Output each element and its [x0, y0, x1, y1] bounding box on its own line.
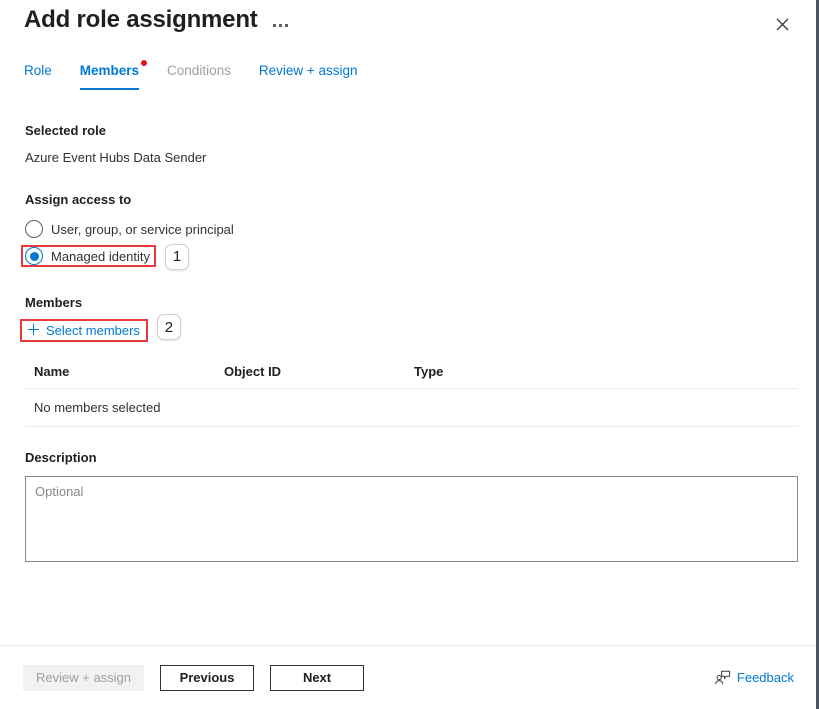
tab-role[interactable]: Role [24, 62, 66, 90]
assign-access-label: Assign access to [25, 191, 796, 209]
radio-unchecked-icon [25, 220, 43, 238]
tab-review-assign[interactable]: Review + assign [245, 62, 372, 90]
members-section: Members ＋ Select members 2 Name Object I… [25, 294, 796, 427]
annotation-badge-2: 2 [157, 314, 181, 340]
panel-header: Add role assignment [0, 0, 816, 62]
radio-user-group-service-principal-label: User, group, or service principal [51, 222, 234, 237]
next-button[interactable]: Next [270, 665, 364, 691]
radio-managed-identity[interactable]: Managed identity [21, 245, 156, 267]
tab-role-label: Role [24, 63, 52, 78]
feedback-person-icon [714, 670, 731, 686]
tab-members-label: Members [80, 63, 139, 78]
selected-role-label: Selected role [25, 122, 796, 140]
column-header-object-id: Object ID [224, 364, 414, 379]
ellipsis-icon[interactable] [268, 14, 292, 36]
panel-footer: Review + assign Previous Next Feedback [0, 645, 816, 709]
tab-members[interactable]: Members [66, 62, 153, 90]
tab-conditions-label: Conditions [167, 63, 231, 78]
panel-body: Selected role Azure Event Hubs Data Send… [0, 102, 816, 645]
close-icon[interactable] [766, 8, 798, 40]
add-role-assignment-panel: Add role assignment Role Members Conditi… [0, 0, 819, 709]
select-members-annotation-box: ＋ Select members [20, 319, 148, 342]
description-section: Description [25, 449, 796, 567]
select-members-annotated-row: ＋ Select members 2 [25, 312, 796, 342]
select-members-label: Select members [46, 323, 140, 338]
selected-role-section: Selected role Azure Event Hubs Data Send… [25, 122, 796, 167]
description-label: Description [25, 449, 796, 467]
description-input[interactable] [25, 476, 798, 562]
managed-identity-annotated-row: Managed identity 1 [25, 243, 796, 270]
ellipsis-dot [279, 24, 282, 27]
wizard-tabs: Role Members Conditions Review + assign [0, 62, 816, 102]
members-table-empty-text: No members selected [34, 400, 160, 415]
review-assign-button[interactable]: Review + assign [23, 665, 144, 691]
radio-user-group-service-principal[interactable]: User, group, or service principal [25, 218, 234, 240]
page-title: Add role assignment [24, 6, 258, 34]
column-header-type: Type [414, 364, 798, 379]
select-members-button[interactable]: ＋ Select members [26, 323, 140, 338]
tab-review-assign-label: Review + assign [259, 63, 358, 78]
members-table: Name Object ID Type No members selected [25, 364, 798, 427]
previous-button[interactable]: Previous [160, 665, 254, 691]
column-header-name: Name [34, 364, 224, 379]
plus-icon: ＋ [26, 324, 41, 337]
members-table-header: Name Object ID Type [25, 364, 798, 389]
tab-conditions[interactable]: Conditions [153, 62, 245, 90]
radio-checked-icon [25, 247, 43, 265]
ellipsis-dot [285, 24, 288, 27]
assign-access-section: Assign access to User, group, or service… [25, 191, 796, 270]
tab-members-alert-dot-icon [141, 60, 147, 66]
ellipsis-dot [273, 24, 276, 27]
members-label: Members [25, 294, 796, 312]
selected-role-value: Azure Event Hubs Data Sender [25, 149, 796, 167]
assign-access-radio-group: User, group, or service principal Manage… [25, 218, 796, 270]
feedback-label: Feedback [737, 670, 794, 685]
feedback-link[interactable]: Feedback [714, 670, 794, 686]
radio-managed-identity-label: Managed identity [51, 249, 150, 264]
annotation-badge-1: 1 [165, 244, 189, 270]
table-row: No members selected [25, 389, 798, 427]
